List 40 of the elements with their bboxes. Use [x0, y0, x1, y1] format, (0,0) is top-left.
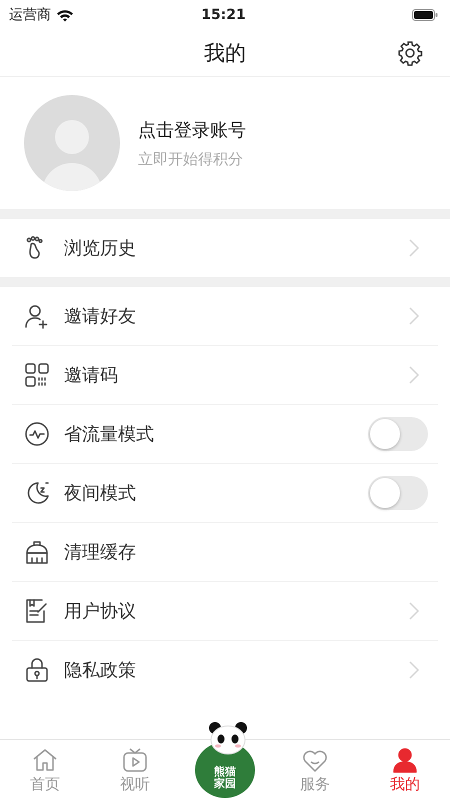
menu-item[interactable]: 邀请码: [12, 346, 438, 405]
settings-icon[interactable]: [397, 40, 423, 66]
tab-item[interactable]: 我的: [360, 740, 450, 800]
chevron-icon: [408, 365, 420, 385]
page-title: 我的: [204, 40, 246, 67]
menu-item[interactable]: 隐私政策: [12, 641, 438, 699]
wifi-icon: [56, 8, 74, 22]
add-user-icon: [24, 303, 50, 329]
login-prompt: 点击登录账号: [138, 118, 246, 142]
lock-icon: [24, 657, 50, 683]
menu-item[interactable]: 邀请好友: [12, 287, 438, 346]
broom-icon: [24, 539, 50, 565]
menu-item[interactable]: 清理缓存: [12, 523, 438, 582]
qr-icon: [24, 362, 50, 388]
menu-label: 省流量模式: [64, 423, 155, 446]
menu-item[interactable]: 夜间模式: [12, 464, 438, 523]
menu-label: 隐私政策: [64, 659, 137, 682]
menu-label: 浏览历史: [64, 237, 137, 260]
chevron-icon: [408, 306, 420, 326]
menu-item[interactable]: 浏览历史: [12, 219, 438, 277]
toggle-switch[interactable]: [368, 417, 428, 451]
tv-icon: [121, 746, 149, 772]
home-icon: [31, 746, 59, 772]
status-time: 15:21: [201, 7, 246, 23]
menu-label: 邀请好友: [64, 305, 137, 328]
user-icon: [391, 746, 419, 772]
toggle-switch[interactable]: [368, 476, 428, 510]
menu-label: 用户协议: [64, 600, 137, 623]
battery-icon: [412, 9, 438, 21]
carrier-name: 运营商: [9, 6, 51, 24]
menu-label: 夜间模式: [64, 482, 137, 505]
menu-label: 邀请码: [64, 364, 119, 387]
chevron-icon: [408, 660, 420, 680]
chevron-icon: [408, 238, 420, 258]
chevron-icon: [408, 601, 420, 621]
login-subtitle: 立即开始得积分: [138, 150, 244, 168]
pulse-icon: [24, 421, 50, 447]
menu-item[interactable]: 省流量模式: [12, 405, 438, 464]
menu-label: 清理缓存: [64, 541, 137, 564]
menu-item[interactable]: 用户协议: [12, 582, 438, 641]
